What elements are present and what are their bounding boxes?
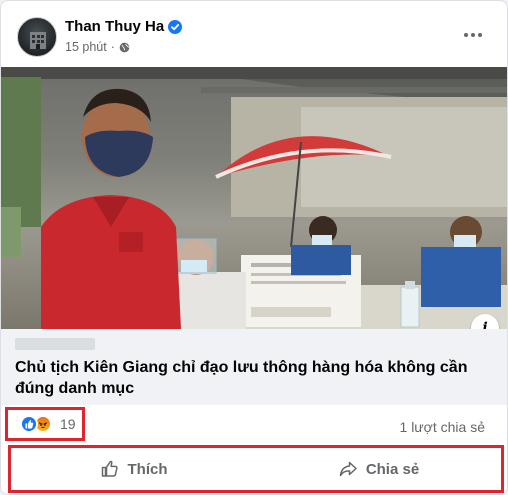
share-count[interactable]: 1 lượt chia sẻ: [400, 419, 485, 435]
more-options-button[interactable]: [459, 21, 487, 49]
post-timestamp[interactable]: 15 phút: [65, 40, 107, 54]
news-photo: [1, 67, 507, 329]
globe-icon[interactable]: [119, 42, 130, 53]
avatar-image: [30, 32, 46, 49]
reaction-count: 19: [60, 416, 76, 432]
share-button[interactable]: Chia sẻ: [256, 450, 501, 488]
thumbs-up-icon: [101, 460, 118, 477]
link-domain-redacted: [15, 338, 95, 350]
post-meta: 15 phút ·: [65, 40, 130, 54]
more-options-icon: [464, 33, 482, 37]
action-bar: Thích Chia sẻ: [8, 445, 504, 493]
share-label: Chia sẻ: [365, 460, 420, 478]
reaction-summary[interactable]: 19: [5, 407, 85, 441]
avatar[interactable]: [17, 17, 57, 57]
meta-separator: ·: [110, 40, 115, 54]
link-caption[interactable]: Chủ tịch Kiên Giang chỉ đạo lưu thông hà…: [1, 329, 507, 405]
post-card: Than Thuy Ha 15 phút · i Chủ tịch Kiên G…: [0, 0, 508, 495]
author-name-row: Than Thuy Ha: [65, 18, 183, 35]
author-name[interactable]: Than Thuy Ha: [65, 18, 164, 35]
verified-badge-icon: [168, 19, 183, 34]
share-arrow-icon: [339, 461, 357, 477]
reactions-row: 19 1 lượt chia sẻ: [1, 405, 507, 447]
link-preview-image[interactable]: [1, 67, 507, 329]
post-header: Than Thuy Ha 15 phút ·: [17, 15, 491, 61]
like-label: Thích: [127, 460, 168, 478]
like-reaction-icon: [20, 415, 38, 433]
link-title[interactable]: Chủ tịch Kiên Giang chỉ đạo lưu thông hà…: [15, 357, 485, 399]
like-button[interactable]: Thích: [11, 450, 256, 488]
